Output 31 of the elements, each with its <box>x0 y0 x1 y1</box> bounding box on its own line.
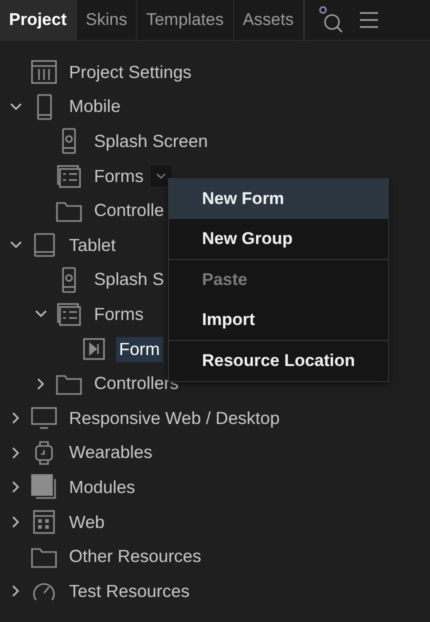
menu-item[interactable]: Import <box>169 300 388 340</box>
web-icon <box>30 508 58 536</box>
dropdown-button[interactable] <box>150 166 171 186</box>
tree-item[interactable]: Responsive Web / Desktop <box>66 406 283 431</box>
tree-item[interactable]: Form <box>116 336 163 362</box>
caret-icon <box>156 172 166 180</box>
forms-icon <box>55 162 83 190</box>
module-icon <box>30 473 58 502</box>
forms-icon <box>55 300 83 328</box>
menu-item[interactable]: New Group <box>169 219 388 259</box>
tree-item[interactable]: Forms <box>91 164 147 189</box>
tree-item[interactable]: Other Resources <box>66 544 204 570</box>
menu-button[interactable] <box>358 10 379 30</box>
tree-item[interactable]: Web <box>66 510 108 535</box>
menu-item[interactable]: New Form <box>169 179 388 219</box>
tree-item[interactable]: Test Resources <box>66 578 193 604</box>
tree-item[interactable]: Modules <box>66 474 138 500</box>
tree-item[interactable]: Forms <box>91 302 147 327</box>
tab[interactable]: Project <box>0 0 77 40</box>
tree-item[interactable]: Wearables <box>66 440 156 466</box>
tree-item[interactable]: Tablet <box>66 232 119 258</box>
settings-panel-icon <box>30 58 58 86</box>
menu-item[interactable]: Resource Location <box>169 341 388 381</box>
search-icon <box>318 5 345 35</box>
tree-item[interactable]: Mobile <box>66 94 124 120</box>
tree-item[interactable]: Splash Screen <box>91 128 211 154</box>
tree-item[interactable]: Controlle <box>91 198 168 224</box>
tree-item[interactable]: Project Settings <box>66 60 195 85</box>
tree-item[interactable]: Splash S <box>91 267 168 292</box>
menu-icon <box>358 10 379 30</box>
search-button[interactable] <box>318 5 345 35</box>
